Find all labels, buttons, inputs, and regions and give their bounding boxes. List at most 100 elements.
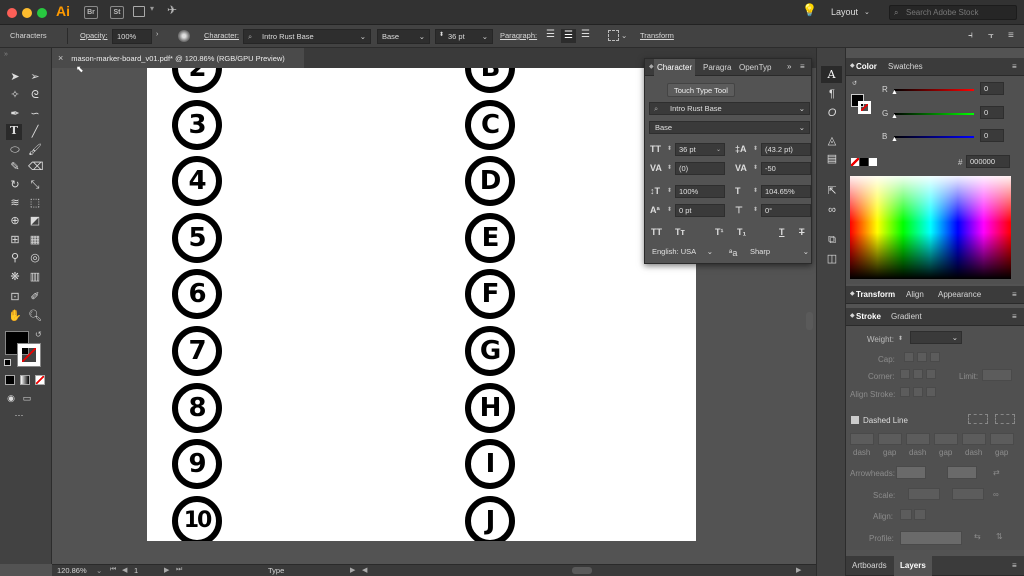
grip-icon[interactable]: ◆: [850, 312, 855, 319]
round-join-icon[interactable]: [913, 369, 923, 379]
appearance-panel-icon[interactable]: ◬: [825, 134, 839, 148]
blue-slider-thumb[interactable]: ▲: [891, 136, 898, 143]
grip-icon[interactable]: ◆: [850, 62, 855, 69]
panel-menu-icon[interactable]: ≡: [1012, 312, 1017, 321]
language-dropdown[interactable]: English: USA ⌄: [649, 246, 715, 259]
subscript-icon[interactable]: T₁: [737, 227, 746, 237]
tab-layers[interactable]: Layers: [894, 556, 932, 576]
character-panel-icon[interactable]: A: [821, 66, 842, 83]
arrow-tip-extend-icon[interactable]: [900, 509, 912, 520]
maximize-window-button[interactable]: [37, 8, 47, 18]
chevron-down-icon[interactable]: ⌄: [716, 146, 721, 153]
red-value-field[interactable]: 0: [980, 82, 1004, 95]
number-marker[interactable]: 3: [172, 99, 222, 150]
butt-cap-icon[interactable]: [904, 352, 914, 362]
underline-icon[interactable]: T: [779, 227, 785, 237]
grip-icon[interactable]: ◆: [850, 290, 855, 297]
number-marker[interactable]: 4: [172, 156, 222, 207]
chevron-down-icon[interactable]: ▾: [150, 4, 154, 13]
free-transform-tool-icon[interactable]: ⬚: [28, 196, 42, 210]
minimize-window-button[interactable]: [22, 8, 32, 18]
pen-tool-icon[interactable]: ✒: [8, 107, 22, 121]
chevron-down-icon[interactable]: ⌄: [96, 566, 102, 575]
align-center-icon[interactable]: ☰: [561, 29, 576, 43]
stroke-color-swatch[interactable]: [17, 343, 41, 367]
swap-colors-icon[interactable]: ↺: [35, 330, 42, 339]
flip-across-icon[interactable]: ⇅: [996, 532, 1003, 541]
collapse-icon[interactable]: »: [787, 62, 791, 71]
start-scale-field[interactable]: [908, 488, 940, 500]
lasso-tool-icon[interactable]: ᘓ: [28, 88, 42, 102]
stepper-icon[interactable]: ⬍: [667, 145, 672, 152]
tab-stroke[interactable]: Stroke: [856, 312, 881, 321]
tab-appearance[interactable]: Appearance: [938, 290, 981, 299]
stepper-icon[interactable]: ⬍: [753, 187, 758, 194]
layers-panel-icon[interactable]: ◫: [825, 252, 839, 266]
kerning-field[interactable]: (0): [675, 162, 725, 175]
scale-tool-icon[interactable]: ⤡: [28, 178, 42, 192]
chevron-right-icon[interactable]: ›: [156, 31, 158, 38]
black-color-swatch[interactable]: [860, 158, 868, 166]
link-scale-icon[interactable]: ∞: [993, 490, 999, 499]
green-value-field[interactable]: 0: [980, 106, 1004, 119]
stepper-icon[interactable]: ⬍: [898, 335, 903, 342]
font-family-dropdown[interactable]: ⌕ Intro Rust Base ⌄: [243, 29, 371, 44]
number-marker[interactable]: 7: [172, 326, 222, 376]
bevel-join-icon[interactable]: [926, 369, 936, 379]
blend-tool-icon[interactable]: ◎: [28, 251, 42, 265]
arrow-tip-place-icon[interactable]: [914, 509, 926, 520]
line-tool-icon[interactable]: ╱: [28, 125, 42, 139]
zoom-level[interactable]: 120.86%: [57, 566, 87, 575]
panel-menu-icon[interactable]: ≡: [800, 62, 805, 71]
letter-marker[interactable]: E: [465, 212, 515, 263]
touch-type-tool-button[interactable]: Touch Type Tool: [667, 83, 735, 97]
hand-tool-icon[interactable]: ✋: [8, 309, 22, 323]
stock-search-input[interactable]: ⌕ Search Adobe Stock: [889, 5, 1017, 20]
dash-field-3[interactable]: [962, 433, 986, 445]
swap-icon[interactable]: ↺: [852, 80, 857, 87]
scroll-left-icon[interactable]: ◀: [362, 566, 367, 574]
graphic-styles-icon[interactable]: ▤: [825, 152, 839, 166]
links-panel-icon[interactable]: ∞: [825, 203, 839, 217]
none-color-swatch[interactable]: [851, 158, 859, 166]
tab-transform[interactable]: Transform: [856, 290, 895, 299]
status-menu-icon[interactable]: ▶: [350, 566, 355, 574]
opentype-panel-icon[interactable]: O: [825, 106, 839, 120]
blue-value-field[interactable]: 0: [980, 129, 1004, 142]
opacity-label[interactable]: Opacity:: [80, 31, 108, 40]
tab-opentype[interactable]: OpenTyp: [739, 63, 771, 72]
magic-wand-tool-icon[interactable]: ✧: [8, 88, 22, 102]
letter-marker[interactable]: H: [465, 382, 515, 433]
selection-tool-icon[interactable]: ➤: [8, 70, 22, 84]
artboard[interactable]: 2 3 4 5 6 7 8 9 10 B C D E F G H I J: [147, 68, 696, 541]
type-tool-icon[interactable]: T: [6, 124, 22, 140]
strikethrough-icon[interactable]: T: [799, 227, 805, 237]
letter-marker[interactable]: J: [465, 495, 515, 541]
distribute-icon[interactable]: ⫟: [988, 30, 994, 41]
end-scale-field[interactable]: [952, 488, 984, 500]
opacity-field[interactable]: 100%: [112, 29, 152, 44]
export-panel-icon[interactable]: ⇱: [825, 184, 839, 198]
curvature-tool-icon[interactable]: ∽: [28, 107, 42, 121]
artboard-number[interactable]: 1: [134, 566, 138, 575]
grip-icon[interactable]: ◆: [649, 63, 654, 70]
panel-menu-icon[interactable]: ≡: [1012, 561, 1017, 570]
gap-field-1[interactable]: [878, 433, 902, 445]
tab-gradient[interactable]: Gradient: [891, 312, 922, 321]
tab-artboards[interactable]: Artboards: [852, 561, 887, 570]
shape-area-icon[interactable]: [608, 30, 619, 41]
document-tab[interactable]: × mason-marker-board_v01.pdf* @ 120.86% …: [52, 48, 304, 68]
small-caps-icon[interactable]: Tт: [675, 227, 685, 237]
tab-align[interactable]: Align: [906, 290, 924, 299]
baseline-shift-field[interactable]: 0 pt: [675, 204, 725, 217]
tracking-field[interactable]: -50: [761, 162, 811, 175]
perspective-grid-tool-icon[interactable]: ◩: [28, 214, 42, 228]
close-window-button[interactable]: [7, 8, 17, 18]
chevron-down-icon[interactable]: ⌄: [621, 31, 627, 40]
hex-value-field[interactable]: 000000: [966, 155, 1010, 168]
tab-color[interactable]: Color: [856, 62, 877, 71]
stock-button[interactable]: St: [110, 6, 124, 19]
last-artboard-icon[interactable]: ⏭: [176, 566, 182, 574]
transform-link[interactable]: Transform: [640, 31, 674, 40]
start-arrowhead-dropdown[interactable]: [896, 466, 926, 479]
